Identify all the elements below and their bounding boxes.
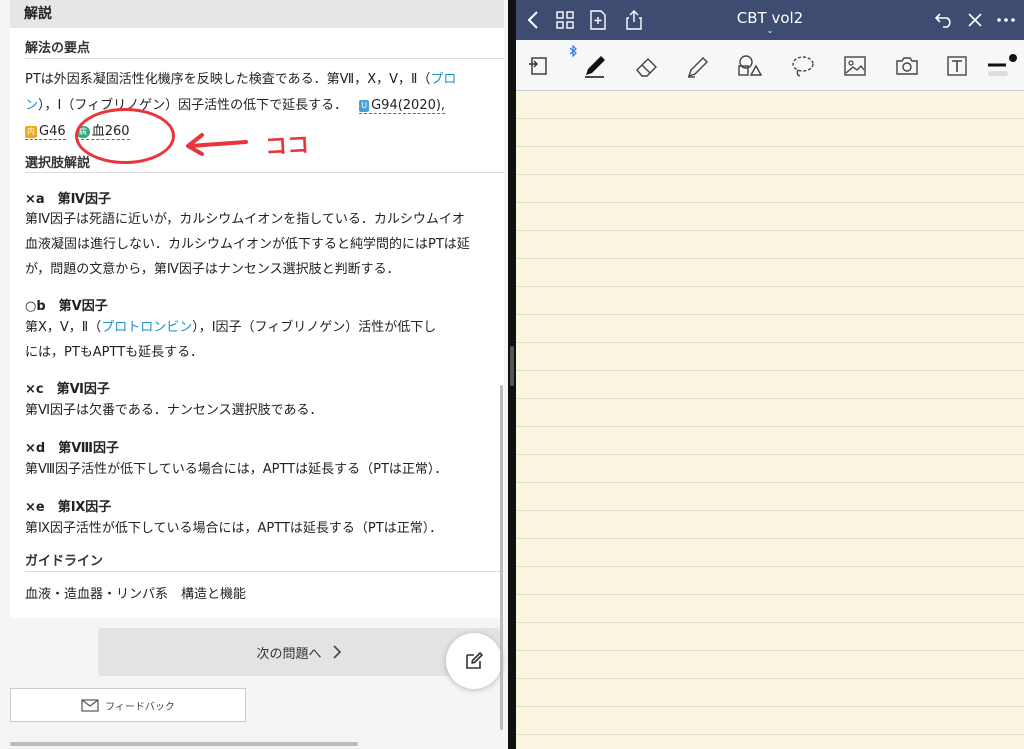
choices-title: 選択肢解説 <box>25 156 91 171</box>
vertical-scrollbar[interactable] <box>500 385 503 730</box>
bluetooth-icon <box>569 45 577 57</box>
book-badge-icon: U <box>359 100 370 112</box>
shapes-icon <box>738 55 762 76</box>
annotation-circle <box>75 108 175 164</box>
image-tool[interactable] <box>842 53 868 79</box>
choice-b-text-b: ），Ⅰ因子（フィブリノゲン）活性が低下し <box>192 320 437 335</box>
pt-text-a: PTは外因系凝固活性化機序を反映した検査である．第Ⅶ，Ⅹ，Ⅴ，Ⅱ（ <box>25 72 431 87</box>
ref-g94-label: G94(2020), <box>371 98 446 113</box>
choice-b-label: ○b 第Ⅴ因子 <box>25 299 108 314</box>
close-icon <box>968 13 982 27</box>
highlighter-icon <box>687 57 708 78</box>
ref-link-g94[interactable]: U G94(2020), <box>359 98 446 114</box>
edit-note-button[interactable] <box>446 633 502 689</box>
image-icon <box>844 56 866 76</box>
undo-button[interactable] <box>933 9 955 31</box>
pt-line-2: ン），Ⅰ（フィブリノゲン）因子活性の低下で延長する． U G94(2020), <box>25 98 446 114</box>
shape-tool[interactable] <box>736 53 762 79</box>
divider <box>25 571 504 572</box>
next-question-label: 次の問題へ <box>256 645 322 661</box>
guideline-title: ガイドライン <box>25 554 104 569</box>
prothrombin-link-cont[interactable]: ン <box>25 98 38 113</box>
text-tool[interactable] <box>944 53 970 79</box>
divider <box>25 172 504 173</box>
choice-b-text-a: 第Ⅹ，Ⅴ，Ⅱ（ <box>25 320 102 335</box>
choice-c-line-1: 第Ⅵ因子は欠番である．ナンセンス選択肢である． <box>25 403 323 418</box>
guideline-text: 血液・造血器・リンパ系 構造と機能 <box>25 587 247 602</box>
ref-g46-label: G46 <box>39 124 66 139</box>
choice-a-label: ×a 第Ⅳ因子 <box>25 192 111 207</box>
more-button[interactable] <box>995 9 1017 31</box>
choice-c-label: ×c 第Ⅵ因子 <box>25 382 110 397</box>
divider <box>25 58 504 59</box>
choice-a-line-2: 血液凝固は進行しない．カルシウムイオンが低下すると純学問的にはPTは延 <box>25 237 470 252</box>
annotation-arrow-icon <box>186 133 248 156</box>
read-mode-tool[interactable] <box>526 53 552 79</box>
drawing-toolbar <box>516 40 1024 91</box>
undo-icon <box>934 13 951 28</box>
camera-icon <box>896 57 918 75</box>
choice-d-line-1: 第Ⅷ因子活性が低下している場合には，APTTは延長する（PTは正常）． <box>25 462 448 477</box>
pen-tool[interactable] <box>582 53 608 79</box>
prothrombin-link[interactable]: プロ <box>430 72 456 87</box>
note-app-panel: CBT vol2 ⌄ <box>516 0 1024 749</box>
choice-a-line-1: 第Ⅳ因子は死語に近いが，カルシウムイオンを指している．カルシウムイオ <box>25 212 465 227</box>
mail-icon <box>81 698 99 712</box>
choice-b-line-2: には，PTもAPTTも延長する． <box>25 345 204 360</box>
section-header: 解説 <box>10 0 504 28</box>
read-mode-icon <box>529 57 547 75</box>
lasso-tool[interactable] <box>790 53 816 79</box>
lasso-icon <box>792 56 814 77</box>
feedback-button[interactable]: フィードバック <box>10 688 246 722</box>
feedback-label: フィードバック <box>105 701 175 713</box>
eraser-icon <box>636 58 657 77</box>
pen-icon <box>585 56 605 78</box>
choice-d-label: ×d 第Ⅷ因子 <box>25 441 119 456</box>
chevron-right-icon <box>332 645 341 659</box>
choice-e-label: ×e 第Ⅸ因子 <box>25 500 112 515</box>
pt-text-b: ），Ⅰ（フィブリノゲン）因子活性の低下で延長する． <box>38 98 348 113</box>
nav-bar: CBT vol2 ⌄ <box>516 0 1024 40</box>
choice-b-line-1: 第Ⅹ，Ⅴ，Ⅱ（プロトロンビン），Ⅰ因子（フィブリノゲン）活性が低下し <box>25 320 436 336</box>
pt-line-1: PTは外因系凝固活性化機序を反映した検査である．第Ⅶ，Ⅹ，Ⅴ，Ⅱ（プロ <box>25 72 456 88</box>
eraser-tool[interactable] <box>634 53 660 79</box>
split-view-handle[interactable] <box>510 346 514 386</box>
note-page-canvas[interactable] <box>516 91 1024 749</box>
explanation-panel: 解説 解法の要点 PTは外因系凝固活性化機序を反映した検査である．第Ⅶ，Ⅹ，Ⅴ，… <box>0 0 508 749</box>
next-question-button[interactable]: 次の問題へ <box>98 628 500 676</box>
ref-link-g46[interactable]: 内 G46 <box>25 124 66 140</box>
points-title: 解法の要点 <box>25 41 91 56</box>
annotation-text: ココ <box>264 132 310 161</box>
highlighter-tool[interactable] <box>685 53 711 79</box>
choice-e-line-1: 第Ⅸ因子活性が低下している場合には，APTTは延長する（PTは正常）． <box>25 521 443 536</box>
edit-icon <box>466 652 483 669</box>
pen-color-icon <box>988 54 1017 76</box>
close-button[interactable] <box>964 9 986 31</box>
camera-tool[interactable] <box>894 53 920 79</box>
more-icon <box>997 18 1015 22</box>
text-box-icon <box>947 56 967 76</box>
choice-a-line-3: が，問題の文意から，第Ⅳ因子はナンセンス選択肢と判断する． <box>25 262 400 277</box>
explanation-card: 解説 解法の要点 PTは外因系凝固活性化機序を反映した検査である．第Ⅶ，Ⅹ，Ⅴ，… <box>10 0 504 618</box>
home-indicator <box>10 742 358 746</box>
naika-badge-icon: 内 <box>25 126 37 138</box>
prothrombin-link-b[interactable]: プロトロンビン <box>101 320 192 335</box>
pen-color-picker[interactable] <box>986 53 1020 79</box>
